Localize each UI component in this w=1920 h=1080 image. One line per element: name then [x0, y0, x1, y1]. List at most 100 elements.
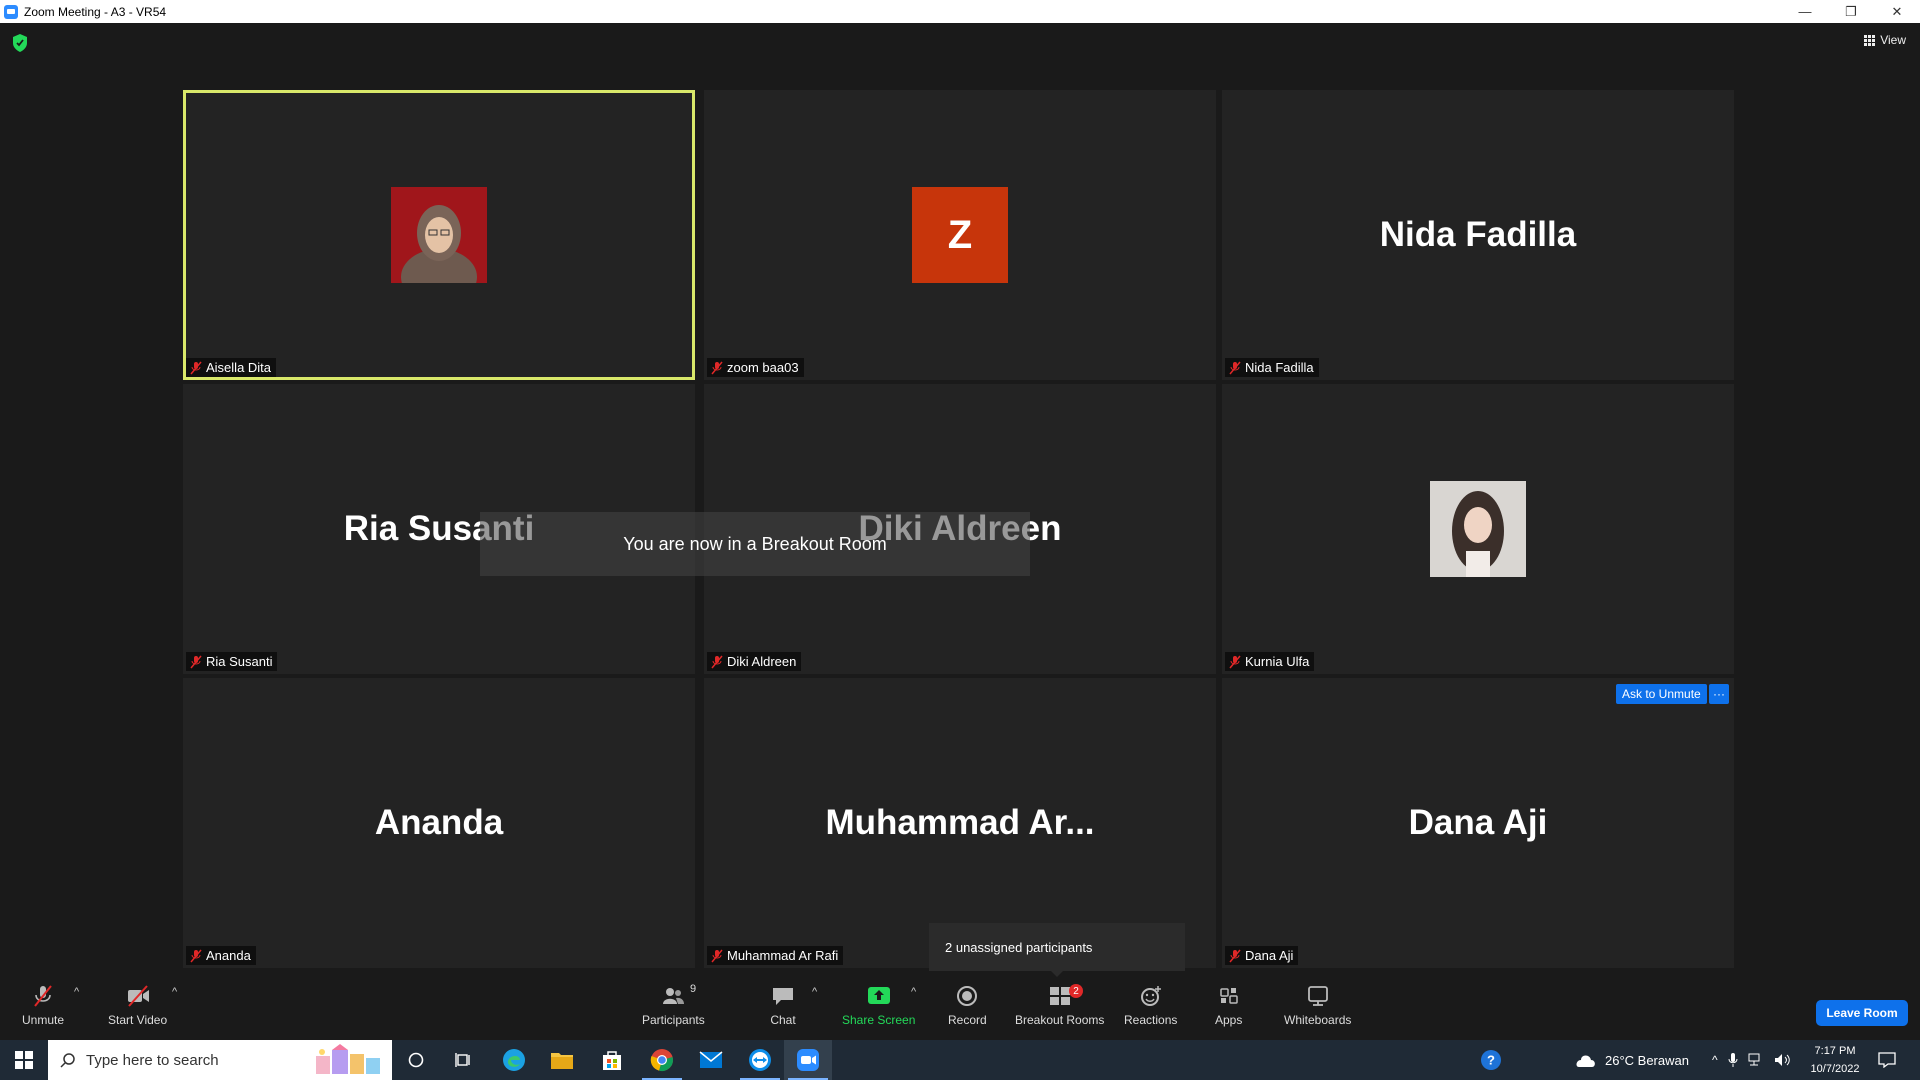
unassigned-participants-popup[interactable]: 2 unassigned participants [929, 923, 1185, 977]
help-icon-tray[interactable]: ? [1480, 1040, 1502, 1080]
chat-icon [773, 988, 793, 1005]
mail-icon[interactable] [687, 1040, 735, 1080]
task-view-glyph-icon [455, 1053, 470, 1067]
security-shield-icon[interactable] [12, 34, 28, 52]
audio-options-caret-icon[interactable]: ^ [74, 986, 79, 998]
reactions-button[interactable]: Reactions [1124, 984, 1177, 1027]
muted-mic-icon [190, 655, 202, 668]
weather-widget[interactable]: 26°C Berawan [1573, 1040, 1689, 1080]
speaker-icon[interactable] [1774, 1053, 1792, 1067]
participant-display-name: Dana Aji [1408, 803, 1548, 842]
reactions-icon [1140, 986, 1161, 1006]
breakout-rooms-badge: 2 [1069, 984, 1083, 998]
minimize-button[interactable]: — [1782, 0, 1828, 23]
muted-mic-icon [711, 361, 723, 374]
participant-name: Muhammad Ar Rafi [727, 948, 839, 963]
share-screen-button[interactable]: Share Screen [842, 984, 915, 1027]
chat-button[interactable]: Chat [770, 984, 796, 1027]
zoom-app-icon [4, 4, 18, 19]
participant-name-tag: Ananda [186, 946, 256, 965]
muted-mic-icon [190, 949, 202, 962]
envelope-icon [699, 1051, 723, 1068]
close-button[interactable]: ✕ [1874, 0, 1920, 23]
svg-text:?: ? [1487, 1053, 1495, 1068]
muted-mic-icon [711, 949, 723, 962]
record-button[interactable]: Record [948, 984, 987, 1027]
chrome-icon[interactable] [638, 1040, 686, 1080]
apps-label: Apps [1215, 1013, 1243, 1027]
folder-icon [551, 1053, 573, 1069]
view-label: View [1880, 33, 1906, 47]
video-off-icon [127, 985, 149, 1007]
participants-label: Participants [642, 1013, 705, 1027]
zoom-taskbar-icon[interactable] [784, 1040, 832, 1080]
ask-to-unmute-button[interactable]: Ask to Unmute [1616, 684, 1707, 704]
view-button[interactable]: View [1864, 33, 1906, 47]
participant-name: Dana Aji [1245, 948, 1294, 963]
participant-photo [1430, 481, 1526, 577]
whiteboards-label: Whiteboards [1284, 1013, 1352, 1027]
chevron-up-icon[interactable]: ^ [1712, 1053, 1718, 1067]
apps-button[interactable]: Apps [1215, 984, 1242, 1027]
participant-name-tag: Dana Aji [1225, 946, 1299, 965]
participant-display-name: Nida Fadilla [1379, 215, 1577, 254]
whiteboards-button[interactable]: Whiteboards [1284, 984, 1351, 1027]
meeting-toolbar: Unmute ^ Start Video ^ Participants 9 Ch… [0, 980, 1920, 1040]
participant-name-tag: zoom baa03 [707, 358, 804, 377]
search-highlight-illustration [316, 1044, 380, 1074]
muted-mic-icon [190, 361, 202, 374]
notification-center-button[interactable] [1878, 1040, 1896, 1080]
share-screen-label: Share Screen [842, 1013, 916, 1027]
breakout-rooms-button[interactable]: Breakout Rooms [1015, 984, 1104, 1027]
taskbar-clock[interactable]: 7:17 PM 10/7/2022 [1800, 1042, 1870, 1078]
task-view-icon[interactable] [440, 1040, 488, 1080]
chrome-logo-icon [650, 1049, 673, 1071]
restore-button[interactable]: ❐ [1828, 0, 1874, 23]
start-video-button[interactable]: Start Video [108, 984, 167, 1027]
edge-browser-icon[interactable] [490, 1040, 538, 1080]
system-tray: ^ [1712, 1040, 1792, 1080]
start-button[interactable] [0, 1040, 48, 1080]
video-tile[interactable]: Z zoom baa03 [704, 90, 1216, 380]
share-options-caret-icon[interactable]: ^ [911, 986, 916, 998]
microphone-icon[interactable] [1728, 1052, 1738, 1068]
participant-name-tag: Aisella Dita [186, 358, 277, 377]
leave-room-button[interactable]: Leave Room [1816, 1000, 1908, 1026]
participant-name: Kurnia Ulfa [1245, 654, 1310, 669]
participant-name: Nida Fadilla [1245, 360, 1314, 375]
participant-name-tag: Muhammad Ar Rafi [707, 946, 844, 965]
letter-avatar: Z [912, 187, 1008, 283]
start-video-label: Start Video [108, 1013, 168, 1027]
teamviewer-icon[interactable] [736, 1040, 784, 1080]
video-tile[interactable]: Nida Fadilla Nida Fadilla [1222, 90, 1734, 380]
clock-date: 10/7/2022 [1810, 1063, 1860, 1075]
participant-display-name: Ananda [374, 803, 504, 842]
chat-options-caret-icon[interactable]: ^ [812, 986, 817, 998]
participant-display-name: Muhammad Ar... [825, 803, 1095, 842]
breakout-room-notification: You are now in a Breakout Room [480, 512, 1030, 576]
clock-time: 7:17 PM [1814, 1045, 1856, 1057]
participant-name-tag: Kurnia Ulfa [1225, 652, 1315, 671]
participant-name-tag: Diki Aldreen [707, 652, 802, 671]
muted-mic-icon [711, 655, 723, 668]
video-tile[interactable]: Dana Aji Dana Aji [1222, 678, 1734, 968]
record-icon [957, 986, 978, 1006]
teamviewer-logo-icon [749, 1049, 771, 1071]
taskbar-search-box[interactable]: Type here to search [48, 1040, 392, 1080]
file-explorer-icon[interactable] [538, 1040, 586, 1080]
unmute-button[interactable]: Unmute [22, 984, 64, 1027]
participant-name: Diki Aldreen [727, 654, 797, 669]
reactions-label: Reactions [1124, 1013, 1178, 1027]
cortana-icon[interactable] [392, 1040, 440, 1080]
video-tile[interactable]: Kurnia Ulfa [1222, 384, 1734, 674]
video-tile[interactable]: Aisella Dita [183, 90, 695, 380]
microsoft-store-icon[interactable] [588, 1040, 636, 1080]
cortana-circle-icon [408, 1052, 424, 1068]
edge-logo-icon [503, 1049, 525, 1071]
share-screen-icon [867, 987, 890, 1004]
video-tile[interactable]: Ananda Ananda [183, 678, 695, 968]
more-options-button[interactable]: ··· [1709, 684, 1729, 704]
muted-mic-icon [1229, 655, 1241, 668]
network-icon[interactable] [1748, 1053, 1764, 1067]
video-options-caret-icon[interactable]: ^ [172, 986, 177, 998]
